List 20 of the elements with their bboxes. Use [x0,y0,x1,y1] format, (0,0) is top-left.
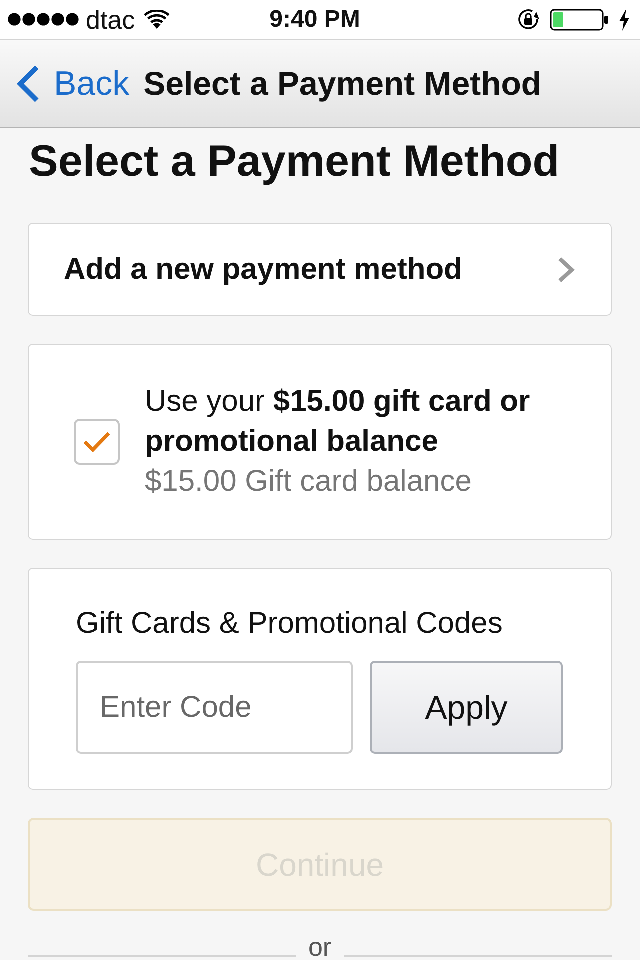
battery-icon [550,8,609,30]
carrier-name: dtac [86,6,136,34]
add-payment-method-button[interactable]: Add a new payment method [28,223,612,316]
apply-button[interactable]: Apply [370,661,563,754]
page-heading: Select a Payment Method [28,137,561,187]
signal-strength-icon [8,13,79,26]
checkbox[interactable] [74,419,120,465]
code-input[interactable]: Enter Code [76,661,353,754]
promo-section-title: Gift Cards & Promotional Codes [76,607,504,641]
chevron-left-icon [16,64,40,102]
back-button[interactable]: Back [16,64,130,104]
wifi-icon [144,10,170,29]
charging-bolt-icon [619,8,630,30]
clock-time: 9:40 PM [270,6,360,34]
rotation-lock-icon [517,8,540,31]
navigation-title: Select a Payment Method [144,64,542,104]
gift-card-balance-text: $15.00 Gift card balance [145,464,473,500]
chevron-right-icon [557,256,576,282]
balance-option-label: Use your $15.00 gift card or promotional balance [145,384,532,460]
checkmark-icon [83,431,111,453]
